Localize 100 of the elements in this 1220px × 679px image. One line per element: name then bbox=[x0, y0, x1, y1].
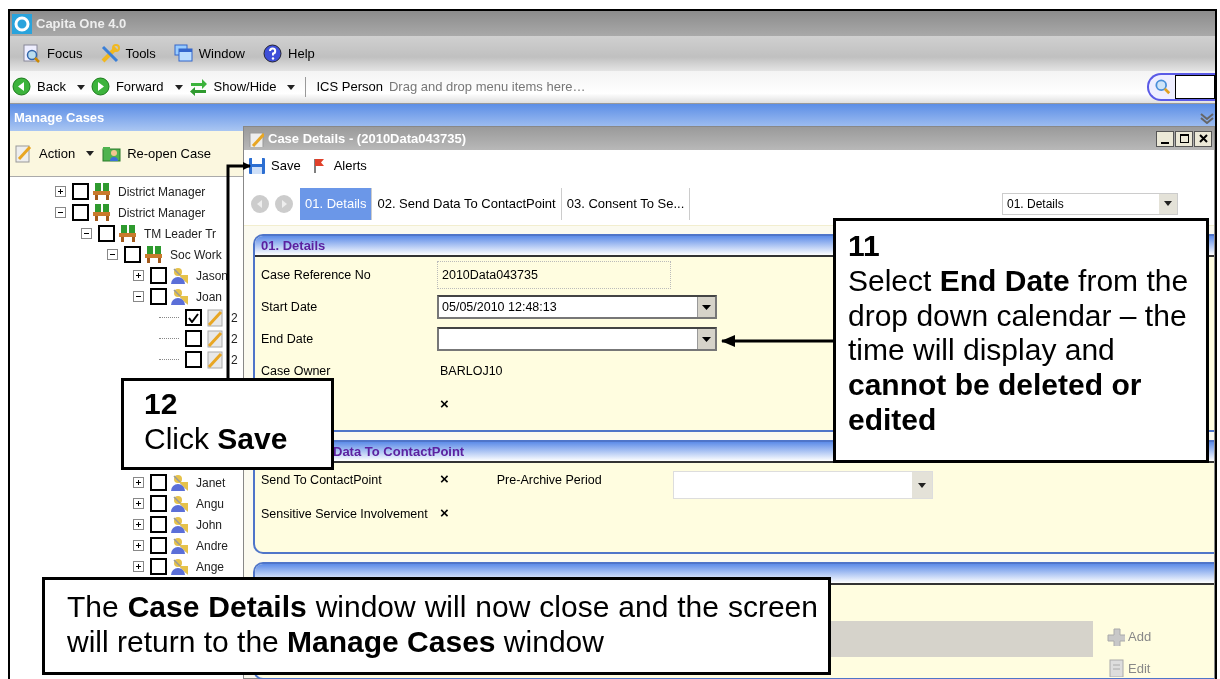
person-icon bbox=[170, 287, 189, 306]
toolbar-button[interactable]: Back bbox=[12, 77, 85, 97]
toolbar-button[interactable]: Alerts bbox=[310, 156, 367, 176]
pencil-page-icon bbox=[14, 143, 34, 164]
person-icon bbox=[170, 266, 189, 285]
tree-item[interactable]: Ange bbox=[10, 556, 225, 577]
step-number: 12 bbox=[144, 387, 179, 422]
tree-item[interactable]: 2 bbox=[10, 307, 238, 328]
person-icon bbox=[170, 494, 189, 513]
minimize-button[interactable] bbox=[1156, 130, 1174, 147]
caret-icon bbox=[702, 336, 711, 342]
person-icon bbox=[170, 515, 189, 534]
callout-text: Click Save bbox=[144, 421, 289, 457]
tree-item[interactable]: Andre bbox=[10, 535, 229, 556]
checkbox[interactable] bbox=[124, 246, 141, 263]
drop-hint: Drag and drop menu items here… bbox=[388, 78, 586, 97]
windows-icon bbox=[173, 43, 194, 64]
toolbar-button[interactable]: Save bbox=[248, 156, 301, 176]
menu-item[interactable]: Tools bbox=[100, 43, 156, 64]
field-label: Pre-Archive Period bbox=[496, 472, 603, 489]
team-icon bbox=[92, 203, 111, 222]
tree-item[interactable]: Angu bbox=[10, 493, 225, 514]
tree-item[interactable]: Soc Work bbox=[10, 244, 222, 265]
collapse-icon bbox=[1199, 111, 1215, 124]
section-dropdown[interactable]: 01. Details bbox=[1002, 192, 1178, 215]
pencil-page-icon bbox=[205, 350, 224, 369]
menu-item[interactable]: Window bbox=[173, 43, 245, 64]
date-dropdown[interactable]: 05/05/2010 12:48:13 bbox=[437, 295, 717, 319]
tree-item[interactable]: 2 bbox=[10, 328, 238, 349]
forward-nav-icon bbox=[274, 193, 294, 214]
tree-item[interactable]: District Manager bbox=[10, 202, 206, 223]
field-label: End Date bbox=[261, 330, 315, 348]
pencil-page-icon bbox=[205, 308, 224, 327]
readonly-field: 2010Data043735 bbox=[437, 261, 671, 289]
menu-item[interactable]: Help bbox=[263, 43, 315, 64]
tree-label: Angu bbox=[196, 495, 225, 513]
tree-item[interactable]: TM Leader Tr bbox=[10, 223, 217, 244]
tools-icon bbox=[100, 43, 121, 64]
checkbox[interactable] bbox=[150, 288, 167, 305]
pencil-page-icon bbox=[205, 329, 224, 348]
maximize-button[interactable] bbox=[1175, 130, 1193, 147]
tree-item[interactable]: Joan bbox=[10, 286, 223, 307]
checkbox[interactable] bbox=[150, 537, 167, 554]
tree-item[interactable]: District Manager bbox=[10, 181, 206, 202]
checkbox[interactable] bbox=[150, 474, 167, 491]
toolbar-link[interactable]: ICS Person bbox=[316, 77, 383, 97]
toolbar-button[interactable]: Add bbox=[1107, 627, 1152, 647]
toolbar-button[interactable]: Re-open Case bbox=[102, 143, 211, 164]
checkbox[interactable] bbox=[185, 309, 202, 326]
tree-item[interactable]: 2 bbox=[10, 349, 238, 370]
tree-label: John bbox=[196, 516, 223, 534]
person-icon bbox=[170, 473, 189, 492]
save-icon bbox=[248, 157, 266, 175]
checkbox[interactable] bbox=[185, 330, 202, 347]
checkbox[interactable] bbox=[98, 225, 115, 242]
tab[interactable]: 03. Consent To Se... bbox=[561, 187, 691, 220]
toolbar-button[interactable]: Forward bbox=[90, 77, 183, 97]
tree-item[interactable]: John bbox=[10, 514, 223, 535]
tree-label: Ange bbox=[196, 558, 225, 576]
page-icon bbox=[1107, 659, 1125, 678]
checkbox[interactable] bbox=[185, 351, 202, 368]
tree-label: Janet bbox=[196, 474, 226, 492]
tree-label: 2 bbox=[231, 309, 238, 327]
toolbar-button[interactable]: Show/Hide bbox=[188, 77, 296, 97]
search-icon bbox=[1155, 78, 1171, 96]
flag-mark: × bbox=[439, 505, 449, 520]
checkbox[interactable] bbox=[150, 558, 167, 575]
field-label: Start Date bbox=[261, 298, 319, 316]
checkbox[interactable] bbox=[72, 204, 89, 221]
checkbox[interactable] bbox=[150, 495, 167, 512]
menu-item[interactable]: Focus bbox=[22, 43, 83, 64]
toolbar-button[interactable]: Action bbox=[14, 143, 95, 164]
tree-label: Andre bbox=[196, 537, 229, 555]
checkbox[interactable] bbox=[150, 267, 167, 284]
field-label: Case Reference No bbox=[261, 266, 372, 284]
person-icon bbox=[170, 557, 189, 576]
search-field[interactable] bbox=[1147, 73, 1215, 101]
team-icon bbox=[118, 224, 137, 243]
date-dropdown[interactable] bbox=[437, 327, 717, 351]
step-number: 11 bbox=[848, 229, 881, 264]
select-field[interactable] bbox=[672, 471, 933, 499]
field-value: BARLOJ10 bbox=[439, 362, 503, 380]
tree-item[interactable]: Janet bbox=[10, 472, 226, 493]
window-title: Case Details - (2010Data043735) bbox=[268, 129, 466, 148]
checkbox[interactable] bbox=[72, 183, 89, 200]
magnifier-icon bbox=[22, 43, 42, 64]
tree-label: District Manager bbox=[118, 183, 206, 201]
field-label: Send To ContactPoint bbox=[261, 472, 383, 489]
tab[interactable]: 02. Send Data To ContactPoint bbox=[372, 187, 562, 220]
pencil-page-icon bbox=[248, 130, 264, 147]
swap-arrows-icon bbox=[188, 77, 209, 97]
app-logo-icon bbox=[12, 13, 32, 34]
section-title: Data To ContactPoint bbox=[333, 442, 465, 461]
maximize-icon bbox=[1179, 134, 1189, 143]
plus-icon bbox=[1107, 627, 1125, 646]
caret-icon bbox=[702, 304, 711, 310]
close-button[interactable] bbox=[1194, 130, 1212, 147]
panel-title: Manage Cases bbox=[14, 108, 105, 127]
checkbox[interactable] bbox=[150, 516, 167, 533]
tree-label: 2 bbox=[231, 330, 238, 348]
